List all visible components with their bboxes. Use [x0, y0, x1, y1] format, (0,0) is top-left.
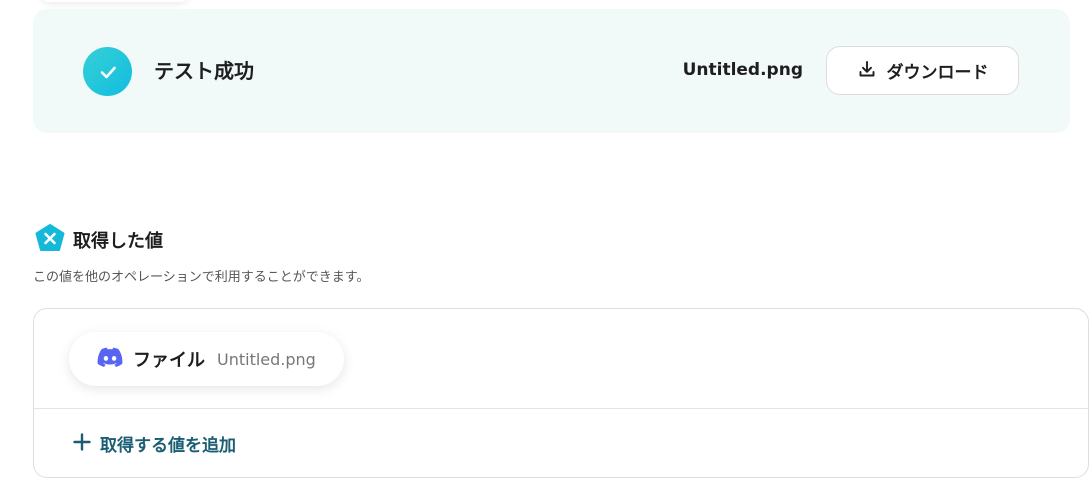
retrieved-values-description: この値を他のオペレーションで利用することができます。	[33, 270, 370, 285]
result-file-name: Untitled.png	[682, 60, 803, 80]
retrieved-values-title: 取得した値	[73, 231, 163, 252]
retrieved-values-header: 取得した値	[35, 224, 163, 256]
plus-icon	[72, 432, 92, 456]
test-result-panel: テスト成功 Untitled.png ダウンロード	[33, 9, 1070, 133]
previous-card-edge	[40, 0, 190, 2]
download-button[interactable]: ダウンロード	[826, 46, 1019, 95]
discord-icon	[97, 347, 123, 371]
divider	[34, 408, 1088, 409]
download-icon	[857, 59, 877, 83]
add-value-button[interactable]: 取得する値を追加	[72, 431, 236, 456]
retrieved-values-list: ファイル Untitled.png 取得する値を追加	[33, 308, 1089, 478]
yoom-logo-icon	[35, 224, 65, 256]
test-status-title: テスト成功	[154, 59, 254, 83]
value-chip-file[interactable]: ファイル Untitled.png	[69, 332, 344, 386]
success-check-icon	[83, 47, 132, 96]
value-chip-label: ファイル	[133, 350, 205, 371]
download-button-label: ダウンロード	[886, 63, 989, 83]
add-value-label: 取得する値を追加	[100, 436, 236, 456]
value-chip-value: Untitled.png	[217, 349, 316, 369]
